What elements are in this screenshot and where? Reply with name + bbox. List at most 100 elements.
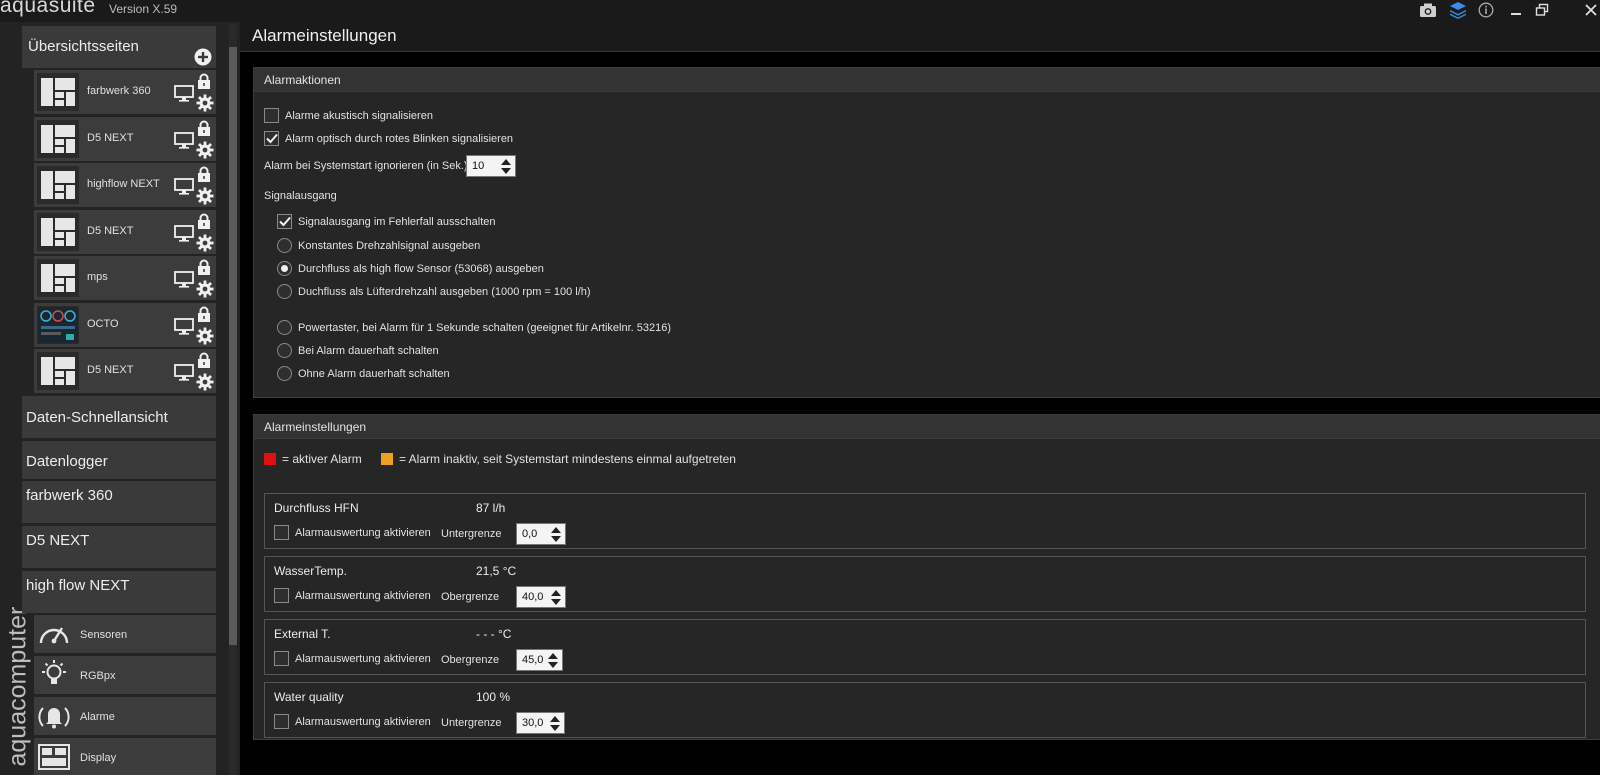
spinner-arrows-icon[interactable]	[500, 158, 512, 175]
signal-radio-button[interactable]	[277, 284, 292, 299]
startup-ignore-spinner[interactable]: 10	[466, 155, 516, 177]
overview-page-item[interactable]: highflow NEXT	[34, 163, 216, 207]
signal-radio-option[interactable]: Powertaster, bei Alarm für 1 Sekunde sch…	[277, 320, 671, 335]
show-page-button[interactable]	[174, 131, 194, 154]
lock-icon[interactable]	[197, 166, 211, 183]
signal-radio-option[interactable]: Duchfluss als Lüfterdrehzahl ausgeben (1…	[277, 284, 591, 299]
signal-radio-button[interactable]	[277, 343, 292, 358]
page-thumbnail[interactable]	[37, 305, 79, 344]
lock-icon[interactable]	[197, 352, 211, 369]
restore-button[interactable]	[1531, 0, 1553, 20]
show-page-button[interactable]	[174, 85, 194, 107]
lock-page-button[interactable]	[197, 213, 211, 235]
lock-page-button[interactable]	[197, 120, 211, 142]
startup-ignore-value[interactable]: 10	[472, 160, 484, 172]
page-settings-button[interactable]	[196, 327, 214, 350]
page-thumbnail[interactable]	[37, 259, 79, 297]
close-button[interactable]	[1581, 0, 1600, 20]
gear-icon[interactable]	[196, 187, 214, 205]
page-thumbnail[interactable]	[37, 166, 79, 204]
sidebar-scrollbar[interactable]	[229, 47, 237, 645]
overview-page-item[interactable]: D5 NEXT	[34, 349, 216, 393]
signal-radio-button[interactable]	[277, 320, 292, 335]
info-button[interactable]	[1475, 0, 1497, 20]
overview-page-item[interactable]: D5 NEXT	[34, 209, 216, 254]
monitor-icon[interactable]	[174, 364, 194, 381]
sidebar-item-highflow[interactable]: high flow NEXT	[22, 571, 216, 613]
alarm-limit-spinner[interactable]: 45,0	[516, 649, 563, 671]
gear-icon[interactable]	[196, 234, 214, 252]
add-page-icon[interactable]	[194, 48, 212, 66]
monitor-icon[interactable]	[174, 224, 194, 242]
signal-radio-button[interactable]	[277, 261, 292, 276]
gear-icon[interactable]	[196, 94, 214, 112]
sidebar-tool-display[interactable]: Display	[34, 738, 216, 775]
signal-radio-button[interactable]	[277, 366, 292, 381]
monitor-icon[interactable]	[174, 131, 194, 149]
page-settings-button[interactable]	[196, 94, 214, 117]
alarm-enable-row[interactable]: Alarmauswertung aktivieren	[274, 525, 431, 540]
alarm-enable-checkbox[interactable]	[274, 525, 289, 540]
monitor-icon[interactable]	[174, 178, 194, 195]
lock-icon[interactable]	[197, 306, 211, 323]
page-thumbnail[interactable]	[37, 119, 79, 158]
show-page-button[interactable]	[174, 178, 194, 200]
overview-pages-header[interactable]: Übersichtsseiten	[22, 26, 216, 68]
alarm-limit-spinner[interactable]: 40,0	[516, 586, 566, 608]
lock-page-button[interactable]	[197, 73, 211, 95]
page-settings-button[interactable]	[196, 373, 214, 396]
spinner-arrows-icon[interactable]	[550, 526, 562, 543]
overview-page-item[interactable]: farbwerk 360	[34, 70, 216, 114]
alarm-enable-row[interactable]: Alarmauswertung aktivieren	[274, 651, 431, 666]
spinner-arrows-icon[interactable]	[549, 715, 561, 732]
monitor-icon[interactable]	[174, 85, 194, 102]
layers-button[interactable]	[1447, 0, 1469, 20]
lock-icon[interactable]	[197, 73, 211, 90]
spinner-arrows-icon[interactable]	[550, 589, 562, 606]
sidebar-item-farbwerk[interactable]: farbwerk 360	[22, 481, 216, 523]
page-settings-button[interactable]	[196, 187, 214, 210]
acoustic-row[interactable]: Alarme akustisch signalisieren	[264, 108, 433, 123]
page-thumbnail[interactable]	[37, 212, 79, 251]
acoustic-checkbox[interactable]	[264, 108, 279, 123]
signal-radio-option[interactable]: Durchfluss als high flow Sensor (53068) …	[277, 261, 544, 276]
alarm-enable-checkbox[interactable]	[274, 651, 289, 666]
signal-radio-button[interactable]	[277, 238, 292, 253]
minimize-button[interactable]	[1505, 0, 1527, 20]
spinner-arrows-icon[interactable]	[547, 652, 559, 669]
sidebar-tool-rgbpx[interactable]: RGBpx	[34, 656, 216, 694]
alarm-enable-row[interactable]: Alarmauswertung aktivieren	[274, 588, 431, 603]
sidebar-tool-alarms[interactable]: Alarme	[34, 697, 216, 735]
sidebar-tool-sensors[interactable]: Sensoren	[34, 615, 216, 653]
overview-page-item[interactable]: OCTO	[34, 302, 216, 350]
gear-icon[interactable]	[196, 373, 214, 391]
page-settings-button[interactable]	[196, 280, 214, 303]
lock-icon[interactable]	[197, 213, 211, 230]
lock-icon[interactable]	[197, 259, 211, 276]
signal-radio-option[interactable]: Bei Alarm dauerhaft schalten	[277, 343, 439, 358]
optical-row[interactable]: Alarm optisch durch rotes Blinken signal…	[264, 131, 513, 146]
signal-radio-option[interactable]: Ohne Alarm dauerhaft schalten	[277, 366, 450, 381]
optical-checkbox[interactable]	[264, 131, 279, 146]
gear-icon[interactable]	[196, 280, 214, 298]
alarm-limit-value[interactable]: 0,0	[522, 528, 537, 540]
signal-radio-option[interactable]: Konstantes Drehzahlsignal ausgeben	[277, 238, 480, 253]
lock-page-button[interactable]	[197, 306, 211, 328]
sidebar-item-datalogger[interactable]: Datenlogger	[22, 441, 216, 479]
monitor-icon[interactable]	[174, 271, 194, 288]
gear-icon[interactable]	[196, 327, 214, 345]
lock-page-button[interactable]	[197, 259, 211, 281]
page-settings-button[interactable]	[196, 141, 214, 164]
signal-off-row[interactable]: Signalausgang im Fehlerfall ausschalten	[277, 214, 496, 229]
show-page-button[interactable]	[174, 271, 194, 293]
alarm-limit-value[interactable]: 45,0	[522, 654, 543, 666]
alarm-enable-row[interactable]: Alarmauswertung aktivieren	[274, 714, 431, 729]
show-page-button[interactable]	[174, 317, 194, 340]
alarm-limit-spinner[interactable]: 0,0	[516, 523, 566, 545]
screenshot-button[interactable]	[1417, 0, 1439, 20]
signal-off-checkbox[interactable]	[277, 214, 292, 229]
lock-page-button[interactable]	[197, 352, 211, 374]
alarm-enable-checkbox[interactable]	[274, 714, 289, 729]
lock-icon[interactable]	[197, 120, 211, 137]
gear-icon[interactable]	[196, 141, 214, 159]
